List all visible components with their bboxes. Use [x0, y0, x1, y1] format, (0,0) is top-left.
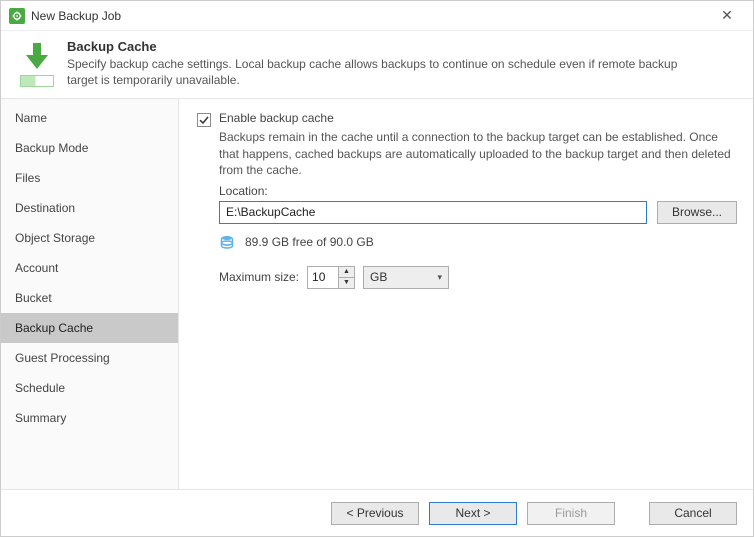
- spinner-up-button[interactable]: ▲: [339, 267, 354, 278]
- sidebar-item-object-storage[interactable]: Object Storage: [1, 223, 178, 253]
- location-label: Location:: [219, 184, 737, 198]
- spinner-down-button[interactable]: ▼: [339, 278, 354, 288]
- wizard-body: NameBackup ModeFilesDestinationObject St…: [1, 98, 753, 490]
- enable-cache-description: Backups remain in the cache until a conn…: [219, 129, 737, 178]
- max-size-input[interactable]: [308, 267, 338, 288]
- window-title: New Backup Job: [31, 9, 121, 23]
- sidebar-item-account[interactable]: Account: [1, 253, 178, 283]
- sidebar-item-guest-processing[interactable]: Guest Processing: [1, 343, 178, 373]
- wizard-footer: < Previous Next > Finish Cancel: [1, 490, 753, 536]
- check-icon: [198, 114, 210, 126]
- progress-bar-icon: [20, 75, 54, 87]
- wizard-sidebar: NameBackup ModeFilesDestinationObject St…: [1, 99, 179, 489]
- sidebar-item-backup-cache[interactable]: Backup Cache: [1, 313, 178, 343]
- max-size-unit-value: GB: [370, 270, 387, 284]
- previous-button[interactable]: < Previous: [331, 502, 419, 525]
- max-size-unit-select[interactable]: GB ▾: [363, 266, 449, 289]
- finish-button: Finish: [527, 502, 615, 525]
- browse-button[interactable]: Browse...: [657, 201, 737, 224]
- chevron-down-icon: ▾: [437, 272, 442, 283]
- app-icon: [9, 8, 25, 24]
- max-size-spinner[interactable]: ▲ ▼: [307, 266, 355, 289]
- page-title: Backup Cache: [67, 39, 707, 54]
- max-size-label: Maximum size:: [219, 270, 299, 284]
- sidebar-item-files[interactable]: Files: [1, 163, 178, 193]
- sidebar-item-destination[interactable]: Destination: [1, 193, 178, 223]
- location-input[interactable]: [219, 201, 647, 224]
- cancel-button[interactable]: Cancel: [649, 502, 737, 525]
- titlebar: New Backup Job ✕: [1, 1, 753, 31]
- next-button[interactable]: Next >: [429, 502, 517, 525]
- enable-cache-checkbox[interactable]: [197, 113, 211, 127]
- free-space-text: 89.9 GB free of 90.0 GB: [245, 235, 374, 249]
- sidebar-item-bucket[interactable]: Bucket: [1, 283, 178, 313]
- close-icon: ✕: [721, 7, 733, 24]
- wizard-icon: [15, 41, 59, 87]
- sidebar-item-schedule[interactable]: Schedule: [1, 373, 178, 403]
- sidebar-item-backup-mode[interactable]: Backup Mode: [1, 133, 178, 163]
- page-subtitle: Specify backup cache settings. Local bac…: [67, 56, 707, 88]
- sidebar-item-summary[interactable]: Summary: [1, 403, 178, 433]
- enable-cache-label: Enable backup cache: [219, 111, 334, 125]
- download-arrow-icon: [20, 41, 54, 71]
- close-button[interactable]: ✕: [707, 2, 747, 30]
- wizard-content: Enable backup cache Backups remain in th…: [179, 99, 753, 489]
- disk-stack-icon: [219, 234, 235, 250]
- wizard-header: Backup Cache Specify backup cache settin…: [1, 31, 753, 98]
- sidebar-item-name[interactable]: Name: [1, 103, 178, 133]
